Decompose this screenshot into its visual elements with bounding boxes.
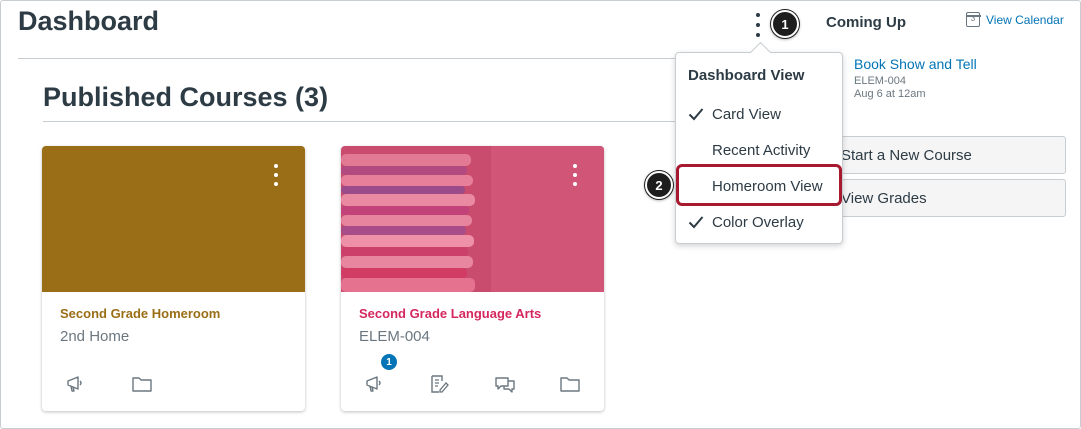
menu-item-card-view[interactable]: Card View [676, 96, 842, 132]
kebab-dot [573, 164, 577, 168]
course-card-name[interactable]: Second Grade Language Arts [359, 306, 541, 321]
calendar-icon: 3 [965, 12, 981, 27]
checkmark-icon [688, 216, 704, 229]
assignments-icon[interactable] [427, 372, 451, 396]
kebab-dot [573, 182, 577, 186]
course-card-language-arts[interactable]: Second Grade Language Arts ELEM-004 [341, 146, 604, 411]
files-icon[interactable] [130, 372, 154, 396]
coming-up-item: Book Show and Tell ELEM-004 Aug 6 at 12a… [854, 56, 977, 101]
menu-heading: Dashboard View [688, 67, 805, 84]
course-card-code: ELEM-004 [359, 328, 430, 345]
course-card-name[interactable]: Second Grade Homeroom [60, 306, 220, 321]
course-card-code: 2nd Home [60, 328, 130, 345]
books-stack-image [341, 146, 604, 292]
page-title: Dashboard [18, 6, 160, 36]
published-courses-heading: Published Courses (3) [43, 82, 329, 112]
course-card-hero[interactable] [341, 146, 604, 292]
discussions-icon[interactable] [493, 372, 517, 396]
menu-item-label: Color Overlay [712, 213, 804, 231]
coming-up-item-due: Aug 6 at 12am [854, 88, 926, 100]
kebab-dot [756, 23, 760, 27]
view-calendar-label: View Calendar [986, 12, 1064, 27]
card-options-button[interactable] [273, 164, 279, 186]
kebab-dot [756, 13, 760, 17]
course-card-hero[interactable] [42, 146, 305, 292]
dashboard-view-menu: Dashboard View Card View Recent Activity… [675, 52, 843, 244]
announcements-icon[interactable] [363, 372, 387, 396]
coming-up-item-title[interactable]: Book Show and Tell [854, 56, 977, 72]
checkmark-icon [688, 108, 704, 121]
menu-item-recent-activity[interactable]: Recent Activity [676, 132, 842, 168]
kebab-dot [274, 173, 278, 177]
view-grades-button[interactable]: View Grades [826, 179, 1066, 217]
callout-step-2: 2 [645, 171, 673, 199]
published-divider [43, 121, 678, 122]
course-card-homeroom[interactable]: Second Grade Homeroom 2nd Home [42, 146, 305, 411]
files-icon[interactable] [558, 372, 582, 396]
kebab-dot [274, 182, 278, 186]
callout-step-1: 1 [771, 10, 799, 38]
header-divider [18, 58, 678, 59]
course-card-icon-bar [341, 372, 604, 396]
start-new-course-button[interactable]: Start a New Course [826, 136, 1066, 174]
coming-up-item-course: ELEM-004 [854, 75, 906, 87]
menu-item-label: Recent Activity [712, 141, 811, 159]
kebab-dot [756, 33, 760, 37]
course-card-icon-bar [42, 372, 305, 396]
card-options-button[interactable] [572, 164, 578, 186]
unread-badge: 1 [381, 354, 397, 370]
homeroom-view-highlight [676, 164, 842, 206]
kebab-dot [274, 164, 278, 168]
dashboard-options-button[interactable] [751, 10, 765, 40]
announcements-icon[interactable] [64, 372, 88, 396]
menu-item-label: Card View [712, 105, 781, 123]
kebab-dot [573, 173, 577, 177]
view-calendar-link[interactable]: 3 View Calendar [965, 12, 1064, 27]
coming-up-heading: Coming Up [826, 14, 906, 31]
menu-item-color-overlay[interactable]: Color Overlay [676, 204, 842, 240]
